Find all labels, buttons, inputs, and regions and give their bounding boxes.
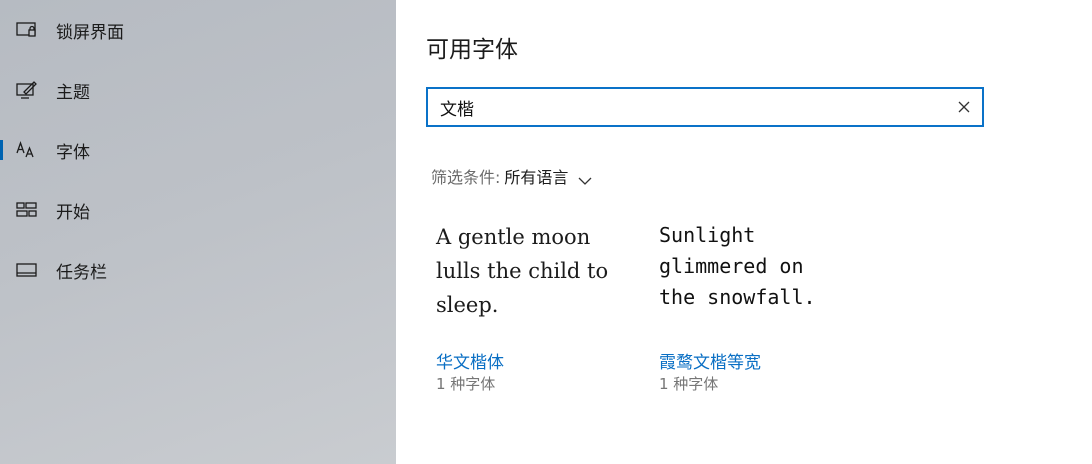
- main-content: 可用字体 筛选条件: 所有语言 A gentle moon lulls the …: [396, 0, 1092, 464]
- font-aa-icon: [16, 140, 38, 160]
- font-count: 1 种字体: [659, 375, 719, 393]
- sidebar-item-theme[interactable]: 主题: [0, 70, 396, 110]
- sidebar-item-fonts[interactable]: 字体: [0, 130, 396, 170]
- sidebar-item-label: 开始: [56, 202, 90, 223]
- sidebar-item-label: 主题: [56, 82, 90, 103]
- font-preview: Sunlight glimmered on the snowfall.: [659, 223, 816, 309]
- sidebar-item-label: 任务栏: [56, 262, 107, 283]
- sidebar-item-start[interactable]: 开始: [0, 190, 396, 230]
- sidebar-item-lock-screen[interactable]: 锁屏界面: [0, 10, 396, 50]
- filter-dropdown[interactable]: 所有语言: [504, 164, 568, 188]
- search-box[interactable]: [426, 87, 984, 127]
- chevron-down-icon[interactable]: [578, 171, 592, 185]
- sidebar-item-label: 锁屏界面: [56, 22, 124, 43]
- language-filter: 筛选条件: 所有语言: [431, 164, 592, 188]
- font-card-lxgw-wenkai-mono[interactable]: Sunlight glimmered on the snowfall. 霞鹜文楷…: [659, 220, 869, 393]
- sidebar: 锁屏界面 主题 字体 开始 任务栏: [0, 0, 396, 464]
- font-preview: A gentle moon lulls the child to sleep.: [436, 225, 609, 317]
- sidebar-item-taskbar[interactable]: 任务栏: [0, 250, 396, 290]
- search-input[interactable]: [440, 89, 940, 125]
- lock-screen-icon: [16, 20, 38, 40]
- filter-label: 筛选条件:: [431, 168, 501, 187]
- font-count: 1 种字体: [436, 375, 496, 393]
- theme-brush-icon: [16, 80, 38, 100]
- start-tiles-icon: [16, 200, 38, 220]
- close-icon[interactable]: [956, 99, 972, 115]
- sidebar-item-label: 字体: [56, 142, 90, 163]
- font-card-huawen-kaiti[interactable]: A gentle moon lulls the child to sleep. …: [436, 220, 646, 393]
- taskbar-icon: [16, 260, 38, 280]
- page-title: 可用字体: [426, 37, 518, 63]
- selected-indicator: [0, 140, 3, 160]
- font-name[interactable]: 华文楷体: [436, 348, 504, 373]
- font-name[interactable]: 霞鹜文楷等宽: [659, 348, 761, 373]
